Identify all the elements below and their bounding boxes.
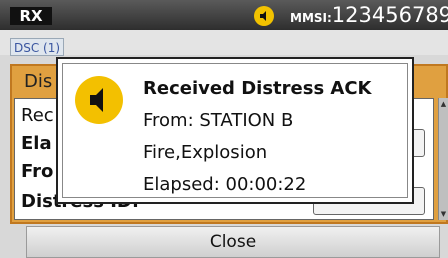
dialog-title: Received Distress ACK [143,78,372,99]
tab-dsc[interactable]: DSC (1) [10,38,64,56]
rx-indicator: RX [10,7,52,25]
close-button[interactable]: Close [26,226,440,258]
elapsed-time: Elapsed: 00:00:22 [143,174,307,195]
tab-row: DSC (1) [0,30,448,56]
dialog-frame: Received Distress ACK From: STATION B Fi… [62,63,408,198]
background-line: Ela [21,133,52,154]
from-station: From: STATION B [143,110,294,131]
speaker-icon [75,76,123,124]
background-window-title: Dis [24,71,53,92]
dialog-text: Received Distress ACK From: STATION B Fi… [143,73,372,201]
status-bar: RX MMSI:123456789 [0,0,448,30]
mmsi-display: MMSI:123456789 [290,3,448,27]
background-line: Fro [21,161,54,182]
scroll-down-icon[interactable]: ▼ [439,210,448,218]
scroll-up-icon[interactable]: ▲ [439,100,448,108]
distress-ack-dialog: Received Distress ACK From: STATION B Fi… [56,57,414,204]
distress-nature: Fire,Explosion [143,142,268,163]
background-line: Rec [21,105,54,126]
mmsi-value: 123456789 [331,3,448,27]
speaker-icon [254,6,274,26]
mmsi-label: MMSI: [290,11,332,25]
scrollbar[interactable]: ▲ ▼ [438,98,448,220]
